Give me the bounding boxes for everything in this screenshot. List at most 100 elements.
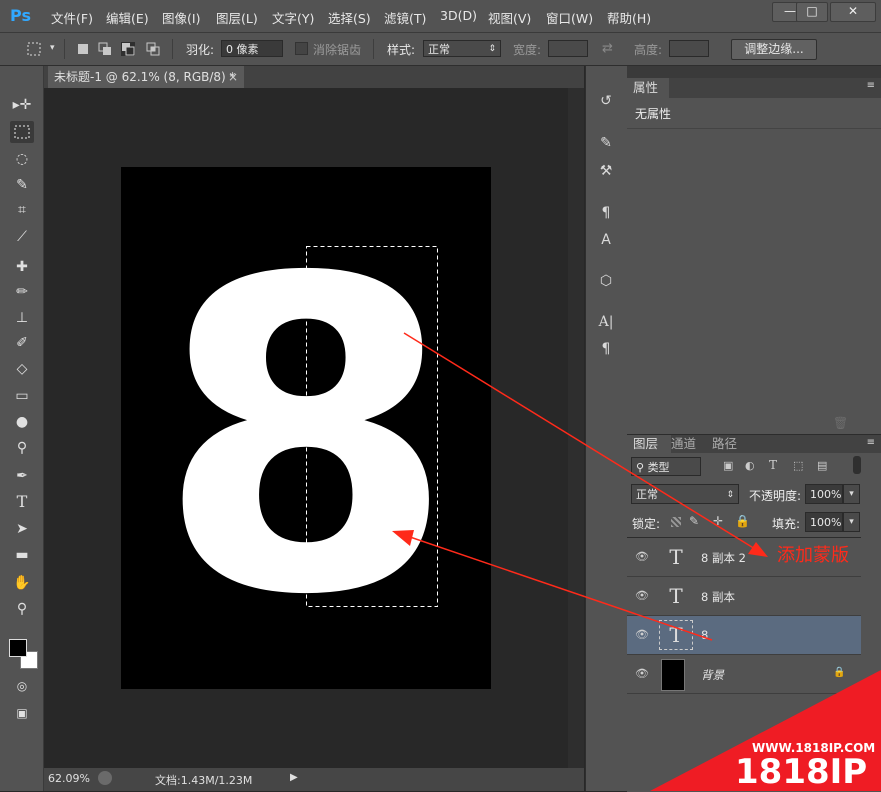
quick-mask-icon[interactable]: ◎ bbox=[10, 675, 34, 697]
visibility-eye-icon[interactable]: 👁 bbox=[635, 628, 649, 642]
eyedropper-tool-icon[interactable]: ⟋ bbox=[10, 226, 34, 248]
foreground-color-swatch[interactable] bbox=[9, 639, 27, 657]
dodge-tool-icon[interactable]: ⚲ bbox=[10, 437, 34, 459]
status-share-icon[interactable] bbox=[98, 771, 112, 785]
hand-tool-icon[interactable]: ✋ bbox=[10, 572, 34, 594]
chevron-updown-icon: ⇕ bbox=[488, 44, 496, 54]
fill-dropdown-icon[interactable]: ▾ bbox=[843, 512, 860, 532]
filter-shape-icon[interactable]: ⬚ bbox=[793, 459, 803, 472]
height-input[interactable] bbox=[669, 40, 709, 57]
menu-edit[interactable]: 编辑(E) bbox=[106, 8, 149, 27]
character-styles-icon[interactable]: A bbox=[594, 229, 618, 251]
refine-edge-button[interactable]: 调整边缘... bbox=[731, 39, 817, 60]
history-panel-icon[interactable]: ↺ bbox=[594, 90, 618, 112]
menu-select[interactable]: 选择(S) bbox=[328, 8, 371, 27]
quick-selection-tool-icon[interactable]: ✎ bbox=[10, 174, 34, 196]
type-tool-icon[interactable]: T bbox=[10, 491, 34, 513]
gradient-tool-icon[interactable]: ▭ bbox=[10, 385, 34, 407]
close-button[interactable]: ✕ bbox=[830, 2, 876, 22]
zoom-tool-icon[interactable]: ⚲ bbox=[10, 598, 34, 620]
trash-icon[interactable]: 🗑 bbox=[833, 416, 848, 430]
history-brush-tool-icon[interactable]: ✐ bbox=[10, 332, 34, 354]
menu-3d[interactable]: 3D(D) bbox=[440, 8, 477, 23]
tab-paths[interactable]: 路径 bbox=[712, 435, 737, 453]
menu-filter[interactable]: 滤镜(T) bbox=[384, 8, 426, 27]
brush-tool-icon[interactable]: ✏ bbox=[10, 281, 34, 303]
panel-menu-icon[interactable]: ≡ bbox=[867, 437, 875, 448]
status-menu-arrow-icon[interactable]: ▶ bbox=[290, 772, 298, 783]
visibility-eye-icon[interactable]: 👁 bbox=[635, 550, 649, 564]
menu-file[interactable]: 文件(F) bbox=[51, 8, 93, 27]
style-label: 样式: bbox=[387, 43, 416, 57]
tab-properties[interactable]: 属性 bbox=[627, 78, 675, 98]
healing-brush-tool-icon[interactable]: ✚ bbox=[10, 256, 34, 278]
move-tool-icon[interactable]: ▸✛ bbox=[10, 94, 34, 116]
paragraph-panel-icon[interactable]: ¶ bbox=[594, 338, 618, 360]
panel-menu-icon[interactable]: ≡ bbox=[867, 80, 875, 91]
intersect-selection-icon[interactable] bbox=[146, 42, 160, 56]
filter-pixel-icon[interactable]: ▣ bbox=[723, 459, 733, 472]
filter-adjustment-icon[interactable]: ◐ bbox=[745, 459, 755, 472]
lock-all-icon[interactable]: 🔒 bbox=[735, 514, 750, 528]
new-selection-icon[interactable] bbox=[76, 42, 90, 56]
clone-stamp-tool-icon[interactable]: ⊥ bbox=[10, 307, 34, 329]
marquee-tool-preset-icon[interactable] bbox=[26, 41, 42, 57]
rectangle-tool-icon[interactable]: ▬ bbox=[10, 544, 34, 566]
add-selection-icon[interactable] bbox=[98, 42, 112, 56]
panel-header bbox=[627, 66, 881, 78]
document-canvas[interactable]: 8 bbox=[121, 167, 491, 689]
filter-smart-object-icon[interactable]: ▤ bbox=[817, 459, 827, 472]
menu-layer[interactable]: 图层(L) bbox=[216, 8, 258, 27]
brushes-panel-icon[interactable]: ✎ bbox=[594, 132, 618, 154]
layer-filter-select[interactable]: ⚲ 类型 bbox=[631, 457, 701, 476]
layer-row[interactable]: 👁 T 8 副本 bbox=[627, 577, 861, 616]
visibility-eye-icon[interactable]: 👁 bbox=[635, 589, 649, 603]
subtract-selection-icon[interactable] bbox=[121, 42, 135, 56]
opacity-dropdown-icon[interactable]: ▾ bbox=[843, 484, 860, 504]
opacity-input[interactable]: 100% bbox=[805, 484, 843, 504]
tab-channels[interactable]: 通道 bbox=[671, 435, 696, 453]
menu-window[interactable]: 窗口(W) bbox=[546, 8, 593, 27]
fill-input[interactable]: 100% bbox=[805, 512, 843, 532]
layer-row-selected[interactable]: 👁 T 8 bbox=[627, 616, 861, 655]
lasso-tool-icon[interactable]: ◌ bbox=[10, 148, 34, 170]
chevron-down-icon[interactable]: ▾ bbox=[50, 43, 55, 53]
filter-toggle[interactable] bbox=[853, 456, 861, 474]
antialias-checkbox[interactable] bbox=[295, 42, 308, 55]
paragraph-styles-icon[interactable]: ¶ bbox=[594, 202, 618, 224]
blend-mode-select[interactable]: 正常 ⇕ bbox=[631, 484, 739, 504]
vertical-scrollbar[interactable] bbox=[568, 88, 584, 768]
character-panel-icon[interactable]: A| bbox=[594, 311, 618, 333]
blur-tool-icon[interactable]: ● bbox=[10, 411, 34, 433]
zoom-level[interactable]: 62.09% bbox=[48, 772, 90, 785]
width-input[interactable] bbox=[548, 40, 588, 57]
filter-type-icon[interactable]: T bbox=[769, 458, 777, 472]
visibility-eye-icon[interactable]: 👁 bbox=[635, 667, 649, 681]
marquee-tool-icon[interactable] bbox=[10, 121, 34, 143]
menu-type[interactable]: 文字(Y) bbox=[272, 8, 314, 27]
eraser-tool-icon[interactable]: ◇ bbox=[10, 358, 34, 380]
lock-pixels-icon[interactable]: ✎ bbox=[689, 514, 699, 528]
lock-transparent-icon[interactable] bbox=[671, 517, 681, 527]
path-selection-tool-icon[interactable]: ➤ bbox=[10, 518, 34, 540]
tab-layers[interactable]: 图层 bbox=[627, 435, 671, 453]
tool-presets-icon[interactable]: ⚒ bbox=[594, 160, 618, 182]
panel-icon-strip: ↺ ✎ ⚒ ¶ A ⬡ A| ¶ bbox=[585, 66, 628, 791]
chevron-updown-icon: ⇕ bbox=[726, 490, 734, 500]
feather-input[interactable]: 0 像素 bbox=[221, 40, 283, 57]
maximize-button[interactable]: □ bbox=[796, 2, 828, 22]
lock-position-icon[interactable]: ✛ bbox=[713, 514, 723, 528]
3d-panel-icon[interactable]: ⬡ bbox=[594, 270, 618, 292]
canvas-glyph-8: 8 bbox=[156, 189, 455, 689]
document-tab[interactable]: 未标题-1 @ 62.1% (8, RGB/8) * × bbox=[48, 66, 244, 88]
style-select[interactable]: 正常 ⇕ bbox=[423, 40, 501, 57]
opacity-label: 不透明度: bbox=[749, 489, 802, 503]
screen-mode-icon[interactable]: ▣ bbox=[10, 702, 34, 724]
swap-icon[interactable]: ⇄ bbox=[602, 41, 613, 56]
crop-tool-icon[interactable]: ⌗ bbox=[10, 199, 34, 221]
menu-view[interactable]: 视图(V) bbox=[488, 8, 531, 27]
close-tab-icon[interactable]: × bbox=[228, 66, 238, 88]
menu-image[interactable]: 图像(I) bbox=[162, 8, 200, 27]
pen-tool-icon[interactable]: ✒ bbox=[10, 465, 34, 487]
menu-help[interactable]: 帮助(H) bbox=[607, 8, 651, 27]
